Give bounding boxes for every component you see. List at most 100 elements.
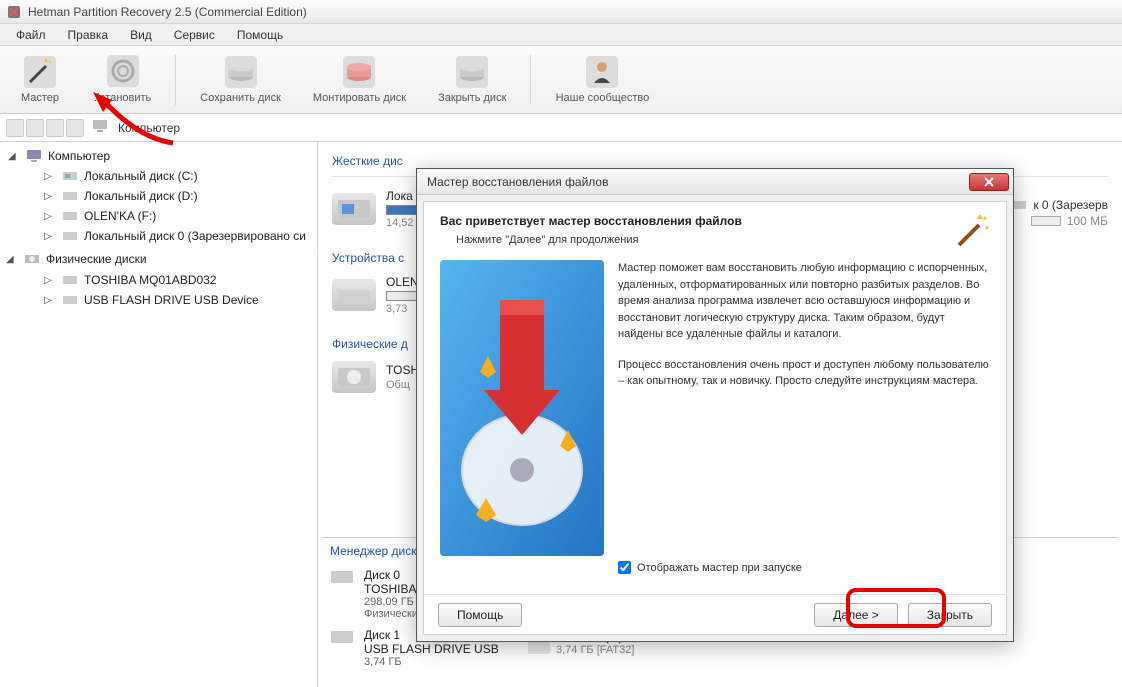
menu-help[interactable]: Помощь <box>227 26 293 44</box>
wand-icon <box>24 56 56 88</box>
drive-icon <box>62 169 78 183</box>
right-partition-info: к 0 (Зарезерв 100 МБ <box>1013 198 1108 228</box>
menu-edit[interactable]: Правка <box>58 26 119 44</box>
mount-disk-icon <box>343 56 375 88</box>
close-button[interactable]: Закрыть <box>908 603 992 627</box>
nav-icons <box>6 119 84 137</box>
hdd-icon <box>332 361 376 393</box>
wizard-button[interactable]: Мастер <box>10 52 70 108</box>
nav-back-icon[interactable] <box>6 119 24 137</box>
close-button[interactable] <box>969 173 1009 191</box>
expand-icon[interactable]: ◢ <box>8 151 20 162</box>
tree-label: Физические диски <box>46 252 147 266</box>
dialog-content: Мастер поможет вам восстановить любую ин… <box>424 260 1006 594</box>
mount-disk-button[interactable]: Монтировать диск <box>305 52 414 108</box>
drive-icon <box>332 193 376 225</box>
tree-label: TOSHIBA MQ01ABD032 <box>84 273 217 287</box>
drive-icon <box>332 279 376 311</box>
nav-fwd-icon[interactable] <box>26 119 44 137</box>
dialog-para1: Мастер поможет вам восстановить любую ин… <box>618 260 990 343</box>
tree-label: OLEN'KA (F:) <box>84 209 156 223</box>
close-icon <box>983 177 995 187</box>
expand-icon[interactable]: ▷ <box>44 295 56 306</box>
nav-up-icon[interactable] <box>46 119 64 137</box>
close-disk-button[interactable]: Закрыть диск <box>430 52 514 108</box>
close-disk-icon <box>456 56 488 88</box>
menu-file[interactable]: Файл <box>6 26 56 44</box>
drive-icon <box>62 229 78 243</box>
sidebar: ◢ Компьютер ▷ Локальный диск (C:) ▷ Лока… <box>0 142 318 687</box>
tree-label: Локальный диск (C:) <box>84 169 198 183</box>
restore-button[interactable]: ⵆстановить <box>86 51 159 108</box>
save-disk-button[interactable]: Сохранить диск <box>192 52 289 108</box>
tree-phys-toshiba[interactable]: ▷ TOSHIBA MQ01ABD032 <box>0 270 317 290</box>
dialog-titlebar[interactable]: Мастер восстановления файлов <box>417 169 1013 195</box>
toolbar-separator <box>530 55 531 105</box>
next-button[interactable]: Далее > <box>814 603 898 627</box>
dialog-header: Вас приветствует мастер восстановления ф… <box>424 202 1006 260</box>
tree-phys-usb[interactable]: ▷ USB FLASH DRIVE USB Device <box>0 290 317 310</box>
reserved-label: к 0 (Зарезерв <box>1033 198 1108 212</box>
breadcrumb-text[interactable]: Компьютер <box>116 121 180 135</box>
toolbar: Мастер ⵆстановить Сохранить диск Монтиро… <box>0 46 1122 114</box>
disk-size: 3,74 ГБ <box>364 656 402 668</box>
disk-model: USB FLASH DRIVE USB <box>364 642 514 656</box>
hdd-icon <box>330 628 354 646</box>
close-disk-label: Закрыть диск <box>438 92 506 104</box>
tree-label: USB FLASH DRIVE USB Device <box>84 293 259 307</box>
checkbox-label: Отображать мастер при запуске <box>637 560 802 577</box>
drive-icon <box>62 209 78 223</box>
checkbox-input[interactable] <box>618 561 631 574</box>
dialog-subheading: Нажмите "Далее" для продолжения <box>440 234 954 246</box>
tree-label: Локальный диск 0 (Зарезервировано си <box>84 229 306 243</box>
reserved-size: 100 МБ <box>1067 214 1108 228</box>
dialog-button-bar: Помощь Далее > Закрыть <box>424 594 1006 634</box>
help-button[interactable]: Помощь <box>438 603 522 627</box>
expand-icon[interactable]: ◢ <box>6 254 18 265</box>
show-on-startup-checkbox[interactable]: Отображать мастер при запуске <box>618 552 990 585</box>
tree-drive-d[interactable]: ▷ Локальный диск (D:) <box>0 186 317 206</box>
restore-label: ⵆстановить <box>94 91 151 104</box>
titlebar: Hetman Partition Recovery 2.5 (Commercia… <box>0 0 1122 24</box>
expand-icon[interactable]: ▷ <box>44 191 56 202</box>
tree-drive-f[interactable]: ▷ OLEN'KA (F:) <box>0 206 317 226</box>
partition-detail: 3,74 ГБ [FAT32] <box>556 644 634 656</box>
expand-icon[interactable]: ▷ <box>44 231 56 242</box>
disk-size: 298,09 ГБ <box>364 596 414 608</box>
menu-view[interactable]: Вид <box>120 26 162 44</box>
community-icon <box>586 56 618 88</box>
tree-label: Локальный диск (D:) <box>84 189 198 203</box>
community-button[interactable]: Наше сообщество <box>547 52 657 108</box>
drive-type: Общ <box>386 379 419 391</box>
tree-phys-header: ◢ Физические диски <box>0 246 317 270</box>
phys-disk-icon <box>24 252 40 266</box>
drive-name: TOSH <box>386 363 419 377</box>
dialog-body: Вас приветствует мастер восстановления ф… <box>423 201 1007 635</box>
computer-small-icon <box>92 119 108 136</box>
toolbar-separator <box>175 55 176 105</box>
hdd-icon <box>62 273 78 287</box>
dialog-heading: Вас приветствует мастер восстановления ф… <box>440 214 954 228</box>
expand-icon[interactable]: ▷ <box>44 171 56 182</box>
refresh-icon <box>107 55 139 87</box>
breadcrumb-bar: Компьютер <box>0 114 1122 142</box>
nav-refresh-icon[interactable] <box>66 119 84 137</box>
computer-icon <box>26 149 42 163</box>
dialog-title: Мастер восстановления файлов <box>427 175 969 189</box>
menubar: Файл Правка Вид Сервис Помощь <box>0 24 1122 46</box>
expand-icon[interactable]: ▷ <box>44 211 56 222</box>
expand-icon[interactable]: ▷ <box>44 275 56 286</box>
wizard-dialog: Мастер восстановления файлов Вас приветс… <box>416 168 1014 642</box>
tree-drive-c[interactable]: ▷ Локальный диск (C:) <box>0 166 317 186</box>
wand-icon <box>954 214 990 250</box>
mount-disk-label: Монтировать диск <box>313 92 406 104</box>
wizard-label: Мастер <box>21 92 59 104</box>
tree-drive-reserved[interactable]: ▷ Локальный диск 0 (Зарезервировано си <box>0 226 317 246</box>
usb-icon <box>62 293 78 307</box>
community-label: Наше сообщество <box>556 92 650 104</box>
menu-service[interactable]: Сервис <box>164 26 225 44</box>
tree-label: Компьютер <box>48 149 110 163</box>
tree-root-computer[interactable]: ◢ Компьютер <box>0 146 317 166</box>
dialog-illustration <box>440 260 604 556</box>
save-disk-icon <box>225 56 257 88</box>
